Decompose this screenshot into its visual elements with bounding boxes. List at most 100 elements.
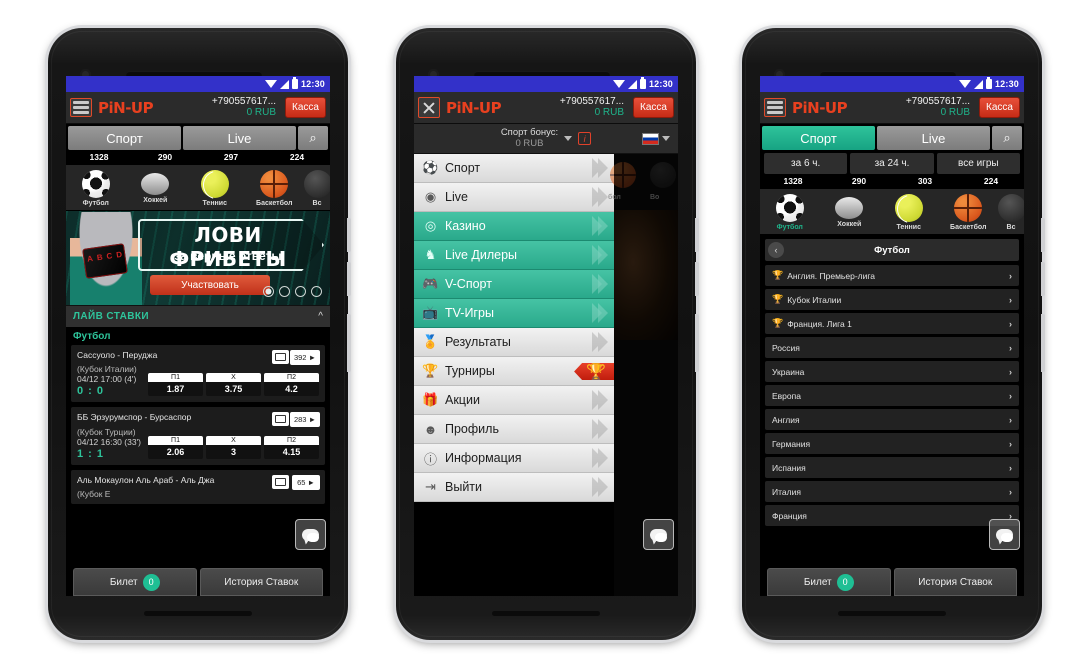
banner-cta-button[interactable]: Участвовать xyxy=(150,275,270,295)
chevron-left-icon[interactable]: ‹ xyxy=(768,242,784,258)
chevron-down-icon[interactable] xyxy=(564,136,573,141)
odd-p1[interactable]: П1 1.87 xyxy=(148,373,203,397)
filter-6h[interactable]: за 6 ч. xyxy=(764,153,848,174)
match-row[interactable]: Аль Мокаулон Аль Араб - Аль Джа (Кубок Е… xyxy=(71,469,325,505)
live-bets-header[interactable]: ЛАЙВ СТАВКИ ^ xyxy=(66,305,330,327)
ticket-button[interactable]: Билет 0 xyxy=(767,568,891,596)
list-item[interactable]: 🏆 Кубок Италии › xyxy=(765,289,1019,310)
carousel-dot-4[interactable] xyxy=(311,286,322,297)
tab-sport[interactable]: Спорт xyxy=(762,126,875,150)
bonus-text[interactable]: Спорт бонус: 0 RUB xyxy=(501,127,558,149)
search-icon[interactable]: ⌕ xyxy=(298,126,328,150)
bet-history-button[interactable]: История Ставок xyxy=(199,568,323,596)
tab-live[interactable]: Live xyxy=(183,126,296,150)
search-icon[interactable]: ⌕ xyxy=(992,126,1022,150)
list-item[interactable]: Англия › xyxy=(765,409,1019,430)
match-row[interactable]: ББ Эрзурумспор - Бурсаспор (Кубок Турции… xyxy=(71,407,325,465)
banner-carousel-dots[interactable] xyxy=(263,286,322,297)
filter-24h[interactable]: за 24 ч. xyxy=(850,153,934,174)
volume-down-button[interactable] xyxy=(347,262,351,296)
bet-history-button[interactable]: История Ставок xyxy=(893,568,1017,596)
drawer-item-profile[interactable]: ☻ Профиль xyxy=(414,415,614,444)
sport-tennis[interactable]: Теннис xyxy=(185,170,245,207)
sport-football[interactable]: Футбол xyxy=(66,170,126,207)
chat-bubble-icon[interactable] xyxy=(295,519,326,550)
match-market-count[interactable]: 65 ► xyxy=(292,474,320,490)
drawer-item-live-dealers[interactable]: ♞ Live Дилеры xyxy=(414,241,614,270)
odd-p1[interactable]: П1 2.06 xyxy=(148,435,203,459)
drawer-item-live[interactable]: ◉ Live xyxy=(414,183,614,212)
list-item[interactable]: 🏆 Франция. Лига 1 › xyxy=(765,313,1019,334)
brand-logo[interactable]: PiN-UP xyxy=(446,99,502,117)
language-selector[interactable] xyxy=(642,132,670,145)
drawer-item-promotions[interactable]: 🎁 Акции xyxy=(414,386,614,415)
sport-hockey[interactable]: Хоккей xyxy=(820,194,880,231)
account-info[interactable]: +790557617... 0 RUB xyxy=(560,96,627,118)
drawer-item-logout[interactable]: ⇥ Выйти xyxy=(414,473,614,502)
carousel-dot-3[interactable] xyxy=(295,286,306,297)
sports-strip[interactable]: Футбол Хоккей Теннис Баскетбол Вс xyxy=(66,165,330,210)
hamburger-icon[interactable] xyxy=(70,98,92,117)
drawer-item-tv-games[interactable]: 📺 TV-Игры xyxy=(414,299,614,328)
odd-p2[interactable]: П2 4.2 xyxy=(264,373,319,397)
brand-logo[interactable]: PiN-UP xyxy=(792,99,848,117)
account-info[interactable]: +790557617... 0 RUB xyxy=(212,96,279,118)
volume-down-button[interactable] xyxy=(695,262,699,296)
list-item[interactable]: Россия › xyxy=(765,337,1019,358)
drawer-item-sport[interactable]: ⚽ Спорт xyxy=(414,154,614,183)
list-item[interactable]: Франция › xyxy=(765,505,1019,526)
list-item[interactable]: Европа › xyxy=(765,385,1019,406)
drawer-item-casino[interactable]: ◎ Казино xyxy=(414,212,614,241)
sport-more[interactable]: Вс xyxy=(998,194,1024,231)
volume-up-button[interactable] xyxy=(695,218,699,252)
list-item[interactable]: Германия › xyxy=(765,433,1019,454)
match-market-count[interactable]: 392 ► xyxy=(289,350,320,365)
ticket-button[interactable]: Билет 0 xyxy=(73,568,197,596)
info-icon[interactable]: i xyxy=(578,132,592,145)
carousel-dot-1[interactable] xyxy=(263,286,274,297)
kassa-button[interactable]: Касса xyxy=(285,97,326,118)
drawer-item-v-sport[interactable]: 🎮 V-Спорт xyxy=(414,270,614,299)
tv-icon[interactable] xyxy=(272,412,289,427)
chat-bubble-icon[interactable] xyxy=(989,519,1020,550)
sport-basketball[interactable]: Баскетбол xyxy=(939,194,999,231)
sport-football[interactable]: Футбол xyxy=(760,194,820,231)
odd-x[interactable]: X 3.75 xyxy=(206,373,261,397)
sports-strip[interactable]: Футбол Хоккей Теннис Баскетбол Вс xyxy=(760,189,1024,234)
list-item[interactable]: Украина › xyxy=(765,361,1019,382)
power-button[interactable] xyxy=(695,314,699,372)
match-row[interactable]: Сассуоло - Перуджа (Кубок Италии) 04/12 … xyxy=(71,345,325,403)
match-market-count[interactable]: 283 ► xyxy=(289,412,320,428)
filter-all[interactable]: все игры xyxy=(936,153,1020,174)
promo-banner[interactable]: ЛОВИ ФРИБЕТЫ за верные ответы Участвоват… xyxy=(66,210,330,305)
drawer-item-information[interactable]: ⓘ Информация xyxy=(414,444,614,473)
tv-icon[interactable] xyxy=(272,350,289,364)
account-info[interactable]: +790557617... 0 RUB xyxy=(906,96,973,118)
list-item[interactable]: Италия › xyxy=(765,481,1019,502)
sport-tennis[interactable]: Теннис xyxy=(879,194,939,231)
tab-sport[interactable]: Спорт xyxy=(68,126,181,150)
odd-p2[interactable]: П2 4.15 xyxy=(264,435,319,459)
power-button[interactable] xyxy=(1041,314,1045,372)
drawer-item-tournaments[interactable]: 🏆 Турниры 🏆 xyxy=(414,357,614,386)
drawer-item-results[interactable]: 🏅 Результаты xyxy=(414,328,614,357)
tv-icon[interactable] xyxy=(272,474,289,489)
chevron-up-icon[interactable]: ^ xyxy=(318,311,323,322)
list-item[interactable]: 🏆 Англия. Премьер-лига › xyxy=(765,265,1019,286)
carousel-dot-2[interactable] xyxy=(279,286,290,297)
tab-live[interactable]: Live xyxy=(877,126,990,150)
hamburger-icon[interactable] xyxy=(764,98,786,117)
brand-logo[interactable]: PiN-UP xyxy=(98,99,154,117)
power-button[interactable] xyxy=(347,314,351,372)
sport-more[interactable]: Вс xyxy=(304,170,330,207)
close-icon[interactable] xyxy=(418,97,440,118)
volume-up-button[interactable] xyxy=(347,218,351,252)
kassa-button[interactable]: Касса xyxy=(633,97,674,118)
volume-down-button[interactable] xyxy=(1041,262,1045,296)
odd-x[interactable]: X 3 xyxy=(206,435,261,459)
chat-bubble-icon[interactable] xyxy=(643,519,674,550)
kassa-button[interactable]: Касса xyxy=(979,97,1020,118)
list-item[interactable]: Испания › xyxy=(765,457,1019,478)
sport-hockey[interactable]: Хоккей xyxy=(126,170,186,207)
sport-basketball[interactable]: Баскетбол xyxy=(245,170,305,207)
